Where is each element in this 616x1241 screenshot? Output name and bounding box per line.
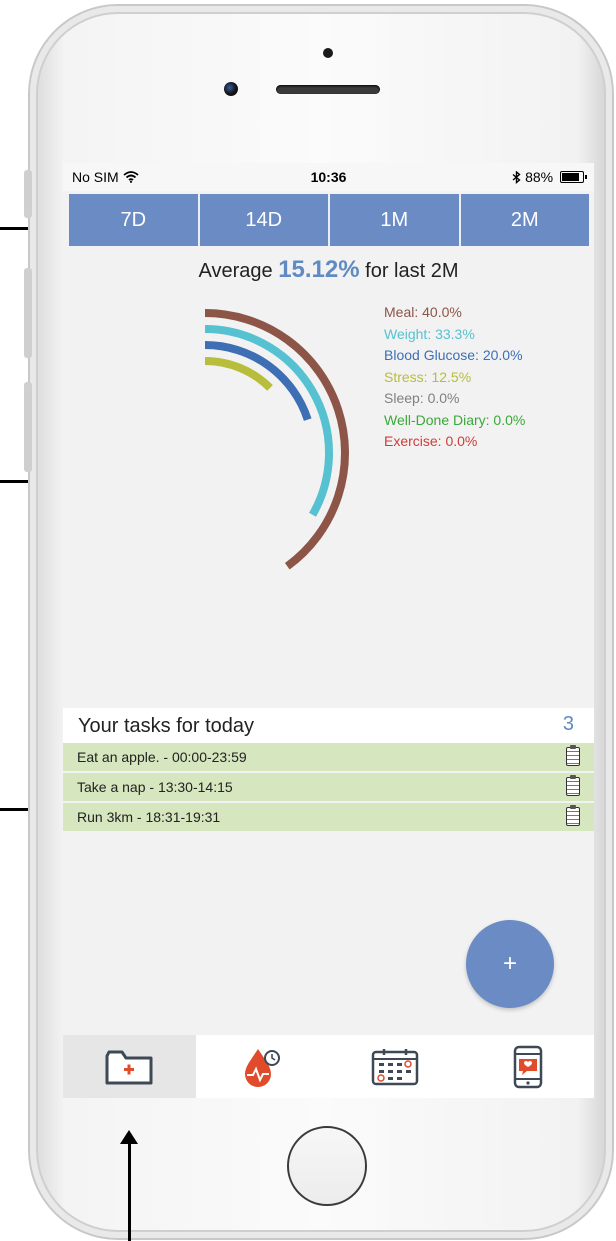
task-label: Run 3km - 18:31-19:31 — [77, 809, 221, 825]
legend-item: Weight: 33.3% — [384, 325, 475, 342]
calendar-icon — [371, 1048, 419, 1085]
clipboard-icon[interactable] — [566, 775, 580, 796]
tab-calendar[interactable] — [329, 1035, 462, 1098]
callout-arrow-head — [120, 1130, 138, 1144]
app-screen: No SIM 10:36 88% 7D 14D 1M 2M Average 15… — [63, 163, 594, 1098]
home-button[interactable] — [287, 1126, 367, 1206]
silent-switch — [24, 170, 32, 218]
task-label: Take a nap - 13:30-14:15 — [77, 779, 233, 795]
tab-measurements[interactable] — [196, 1035, 329, 1098]
proximity-sensor — [323, 48, 333, 58]
volume-up-button — [24, 268, 32, 358]
tab-consult[interactable] — [461, 1035, 594, 1098]
task-label: Eat an apple. - 00:00-23:59 — [77, 749, 247, 765]
tasks-count: 3 — [562, 713, 574, 735]
legend-item: Exercise: 0.0% — [384, 433, 478, 449]
add-task-button[interactable]: + — [466, 920, 554, 1008]
medical-folder-icon — [105, 1050, 153, 1084]
tab-records[interactable] — [63, 1035, 196, 1098]
task-row[interactable]: Run 3km - 18:31-19:31 — [63, 803, 594, 831]
legend-item: Blood Glucose: 20.0% — [384, 347, 523, 363]
tasks-title: Your tasks for today — [78, 715, 255, 737]
phone-chat-icon — [513, 1045, 542, 1088]
task-row[interactable]: Eat an apple. - 00:00-23:59 — [63, 743, 594, 771]
legend-item: Well-Done Diary: 0.0% — [384, 411, 526, 428]
callout-arrow-line — [128, 1143, 131, 1241]
ring-arc-blood-glucose — [204, 341, 312, 421]
legend-item: Stress: 12.5% — [384, 368, 472, 385]
earpiece-speaker — [276, 85, 380, 94]
tasks-header: Your tasks for today 3 — [63, 708, 594, 743]
bottom-tab-bar — [63, 1035, 594, 1098]
clipboard-icon[interactable] — [566, 805, 580, 826]
legend-item: Sleep: 0.0% — [384, 390, 460, 406]
ring-arc-stress — [204, 357, 273, 391]
clipboard-icon[interactable] — [566, 745, 580, 766]
front-camera — [224, 82, 238, 96]
blood-drop-timer-icon — [245, 1048, 281, 1087]
category-legend: Meal: 40.0% Weight: 33.3% Blood Glucose: 2… — [384, 302, 525, 453]
task-row[interactable]: Take a nap - 13:30-14:15 — [63, 773, 594, 801]
volume-down-button — [24, 382, 32, 472]
legend-item: Meal: 40.0% — [384, 304, 462, 320]
